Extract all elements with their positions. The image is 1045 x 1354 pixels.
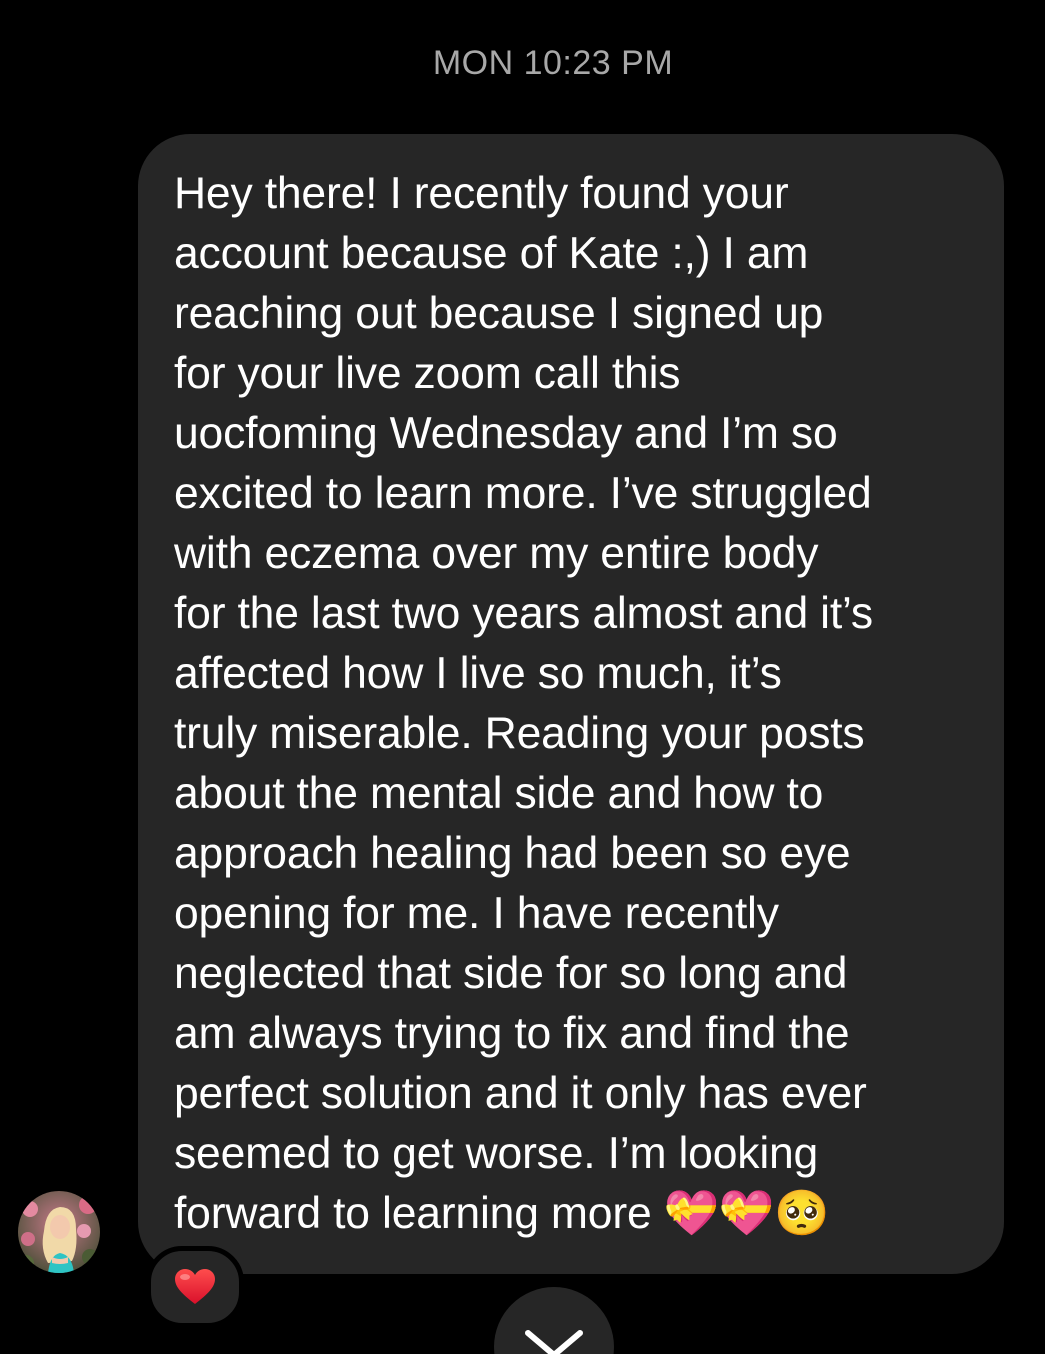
message-text: Hey there! I recently found your account… bbox=[174, 169, 873, 1238]
scroll-down-button[interactable] bbox=[494, 1287, 614, 1354]
avatar-photo bbox=[18, 1191, 100, 1273]
avatar[interactable] bbox=[18, 1191, 100, 1273]
heart-icon bbox=[175, 1269, 215, 1304]
timestamp: MON 10:23 PM bbox=[432, 44, 674, 82]
chevron-down-icon bbox=[525, 1330, 583, 1354]
message-bubble[interactable]: Hey there! I recently found your account… bbox=[138, 134, 1004, 1274]
reaction-badge[interactable] bbox=[146, 1246, 244, 1328]
